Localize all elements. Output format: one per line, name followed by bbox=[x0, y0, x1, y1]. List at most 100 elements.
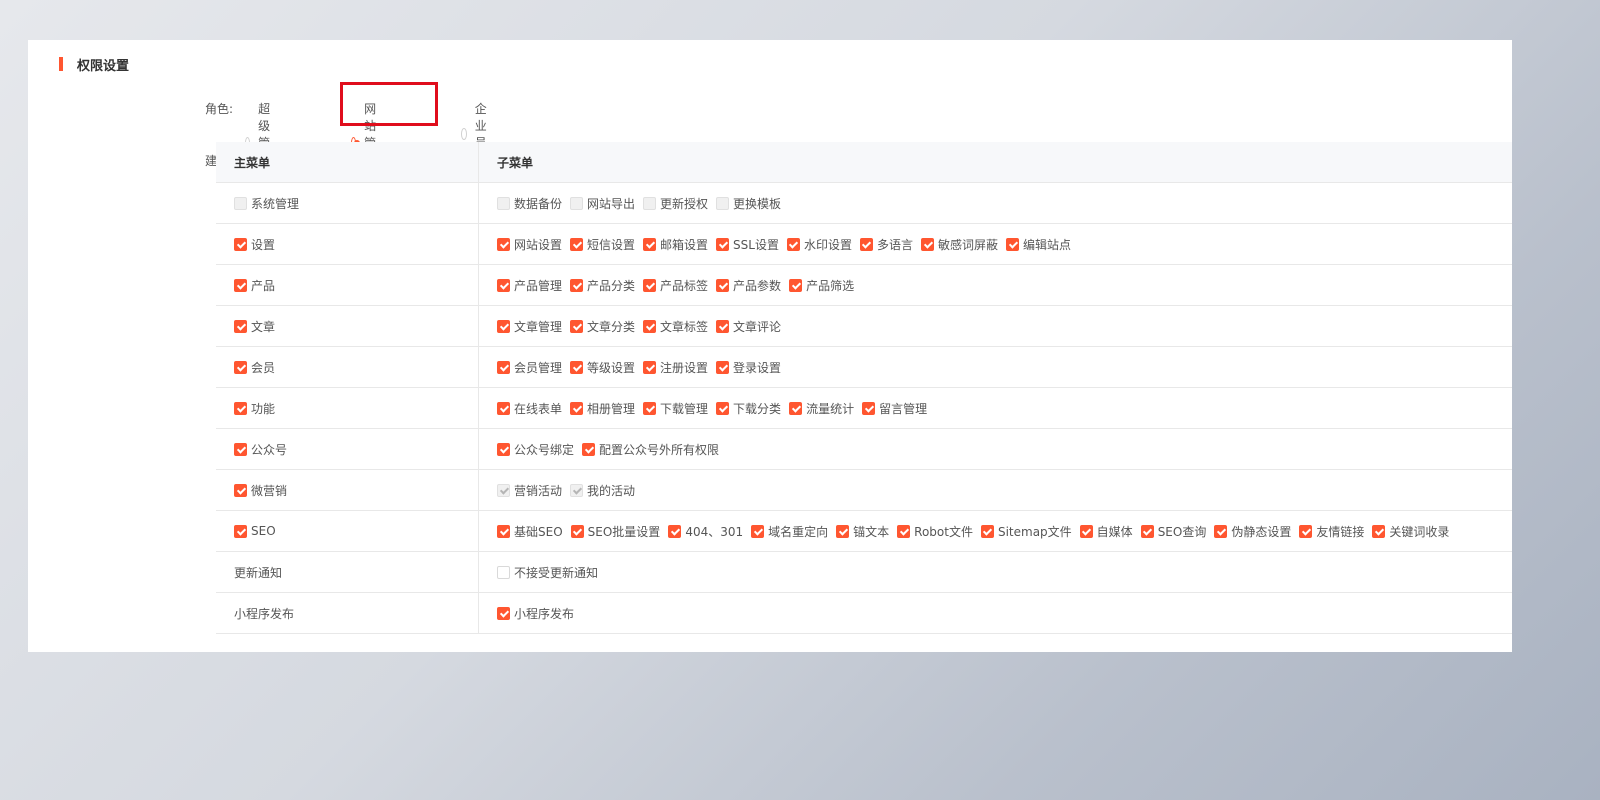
sub-menu-label: 产品标签 bbox=[660, 278, 709, 293]
sub-menu-checkbox[interactable]: Sitemap文件 bbox=[980, 523, 1072, 540]
sub-menu-checkbox[interactable]: 404、301 bbox=[668, 523, 743, 540]
checkbox-icon bbox=[836, 524, 850, 538]
checkbox-icon bbox=[497, 442, 510, 456]
main-menu-checkbox[interactable]: 公众号 bbox=[234, 441, 287, 458]
sub-menu-checkbox[interactable]: 编辑站点 bbox=[1006, 236, 1071, 253]
checkbox-icon bbox=[1372, 524, 1386, 538]
sub-menu-checkbox[interactable]: SSL设置 bbox=[716, 236, 779, 253]
sub-menu-cell: 小程序发布 bbox=[478, 592, 1512, 634]
checkbox-icon bbox=[582, 442, 596, 456]
sub-menu-checkbox[interactable]: 下载管理 bbox=[643, 400, 708, 417]
main-menu-checkbox[interactable]: 会员 bbox=[234, 359, 275, 376]
sub-menu-checkbox[interactable]: 配置公众号外所有权限 bbox=[582, 441, 719, 458]
sub-menu-checkbox[interactable]: 公众号绑定 bbox=[497, 441, 574, 458]
sub-menu-checkbox[interactable]: 我的活动 bbox=[570, 482, 635, 499]
sub-menu-checkbox[interactable]: 营销活动 bbox=[497, 482, 562, 499]
sub-menu-checkbox[interactable]: 网站设置 bbox=[497, 236, 562, 253]
main-menu-checkbox[interactable]: 系统管理 bbox=[234, 195, 299, 212]
main-menu-checkbox[interactable]: SEO bbox=[234, 524, 276, 538]
sub-menu-checkbox[interactable]: 产品筛选 bbox=[789, 277, 854, 294]
sub-menu-label: 更换模板 bbox=[733, 196, 782, 211]
sub-menu-label: 留言管理 bbox=[879, 401, 928, 416]
main-menu-cell: 更新通知 bbox=[216, 551, 479, 593]
sub-menu-checkbox[interactable]: 更新授权 bbox=[643, 195, 708, 212]
sub-menu-cell: 数据备份 网站导出 更新授权 更换模板 bbox=[478, 182, 1512, 224]
sub-menu-checkbox[interactable]: 短信设置 bbox=[570, 236, 635, 253]
sub-menu-label: 产品参数 bbox=[733, 278, 782, 293]
checkbox-icon bbox=[234, 319, 247, 333]
sub-menu-checkbox[interactable]: 多语言 bbox=[859, 236, 913, 253]
sub-menu-checkbox[interactable]: SEO查询 bbox=[1140, 523, 1206, 540]
sub-menu-label: SEO批量设置 bbox=[587, 524, 661, 539]
sub-menu-checkbox[interactable]: 基础SEO bbox=[497, 523, 563, 540]
sub-menu-checkbox[interactable]: 登录设置 bbox=[716, 359, 781, 376]
table-row: 文章 文章管理 文章分类 文章标签 文章评论 bbox=[216, 305, 1512, 347]
permission-table-body: 系统管理 数据备份 网站导出 更新授权 更换模板设置 网站设置 短信设置 邮箱设置 SSL设置 水… bbox=[216, 182, 1512, 634]
sub-menu-checkbox[interactable]: 会员管理 bbox=[497, 359, 562, 376]
checkbox-icon bbox=[497, 278, 510, 292]
sub-menu-checkbox[interactable]: 伪静态设置 bbox=[1214, 523, 1291, 540]
main-menu-checkbox[interactable]: 产品 bbox=[234, 277, 275, 294]
sub-menu-checkbox[interactable]: 文章标签 bbox=[643, 318, 708, 335]
sub-menu-label: 小程序发布 bbox=[514, 606, 575, 621]
checkbox-icon bbox=[786, 237, 800, 251]
sub-menu-checkbox[interactable]: 水印设置 bbox=[786, 236, 852, 253]
sub-menu-checkbox[interactable]: 敏感词屏蔽 bbox=[921, 236, 998, 253]
sub-menu-checkbox[interactable]: 锚文本 bbox=[836, 523, 889, 540]
checkbox-icon bbox=[1299, 524, 1313, 538]
sub-menu-checkbox[interactable]: 注册设置 bbox=[643, 359, 708, 376]
sub-menu-label: 营销活动 bbox=[514, 483, 563, 498]
sub-menu-checkbox[interactable]: 产品分类 bbox=[570, 277, 635, 294]
checkbox-icon bbox=[234, 278, 247, 292]
table-row: 功能 在线表单 相册管理 下载管理 下载分类 流量统计 留言管理 bbox=[216, 387, 1512, 429]
sub-menu-checkbox[interactable]: 留言管理 bbox=[862, 400, 927, 417]
sub-menu-checkbox[interactable]: 更换模板 bbox=[716, 195, 781, 212]
sub-menu-checkbox[interactable]: 文章管理 bbox=[497, 318, 562, 335]
sub-menu-checkbox[interactable]: 小程序发布 bbox=[497, 605, 574, 622]
sub-menu-checkbox[interactable]: 域名重定向 bbox=[751, 523, 828, 540]
sub-menu-label: 锚文本 bbox=[853, 524, 890, 539]
sub-menu-checkbox[interactable]: 相册管理 bbox=[570, 400, 635, 417]
sub-menu-checkbox[interactable]: 关键词收录 bbox=[1372, 523, 1449, 540]
checkbox-icon bbox=[570, 237, 584, 251]
sub-menu-label: 下载管理 bbox=[660, 401, 709, 416]
sub-menu-label: 数据备份 bbox=[514, 196, 563, 211]
sub-menu-checkbox[interactable]: 文章评论 bbox=[716, 318, 781, 335]
sub-menu-checkbox[interactable]: 数据备份 bbox=[497, 195, 562, 212]
sub-menu-checkbox[interactable]: 流量统计 bbox=[789, 400, 854, 417]
sub-menu-label: 域名重定向 bbox=[768, 524, 829, 539]
checkbox-icon bbox=[234, 237, 247, 251]
main-menu-checkbox[interactable]: 设置 bbox=[234, 236, 275, 253]
sub-menu-checkbox[interactable]: SEO批量设置 bbox=[570, 523, 661, 540]
sub-menu-checkbox[interactable]: 友情链接 bbox=[1299, 523, 1364, 540]
sub-menu-checkbox[interactable]: 下载分类 bbox=[716, 400, 781, 417]
main-menu-checkbox[interactable]: 文章 bbox=[234, 318, 275, 335]
main-menu-checkbox[interactable]: 功能 bbox=[234, 400, 275, 417]
sub-menu-checkbox[interactable]: 自媒体 bbox=[1079, 523, 1133, 540]
sub-menu-label: 基础SEO bbox=[514, 524, 563, 539]
checkbox-icon bbox=[643, 360, 657, 374]
sub-menu-checkbox[interactable]: 不接受更新通知 bbox=[497, 564, 598, 581]
sub-menu-checkbox[interactable]: 邮箱设置 bbox=[643, 236, 708, 253]
checkbox-icon bbox=[570, 319, 584, 333]
sub-menu-checkbox[interactable]: 等级设置 bbox=[570, 359, 635, 376]
sub-menu-checkbox[interactable]: 网站导出 bbox=[570, 195, 635, 212]
checkbox-icon bbox=[234, 360, 247, 374]
main-menu-cell: 会员 bbox=[216, 346, 479, 388]
sub-menu-checkbox[interactable]: Robot文件 bbox=[897, 523, 973, 540]
table-row: 会员 会员管理 等级设置 注册设置 登录设置 bbox=[216, 346, 1512, 388]
sub-menu-checkbox[interactable]: 产品管理 bbox=[497, 277, 562, 294]
checkbox-icon bbox=[1214, 524, 1228, 538]
checkbox-icon bbox=[716, 237, 730, 251]
table-row: 产品 产品管理 产品分类 产品标签 产品参数 产品筛选 bbox=[216, 264, 1512, 306]
checkbox-icon bbox=[497, 319, 510, 333]
sub-menu-cell: 在线表单 相册管理 下载管理 下载分类 流量统计 留言管理 bbox=[478, 387, 1512, 429]
checkbox-icon bbox=[643, 196, 657, 210]
sub-menu-label: 网站导出 bbox=[587, 196, 636, 211]
sub-menu-checkbox[interactable]: 文章分类 bbox=[570, 318, 635, 335]
sub-menu-checkbox[interactable]: 在线表单 bbox=[497, 400, 562, 417]
main-menu-checkbox[interactable]: 微营销 bbox=[234, 482, 287, 499]
main-menu-label: 文章 bbox=[251, 319, 276, 334]
sub-menu-checkbox[interactable]: 产品参数 bbox=[716, 277, 781, 294]
sub-menu-checkbox[interactable]: 产品标签 bbox=[643, 277, 708, 294]
